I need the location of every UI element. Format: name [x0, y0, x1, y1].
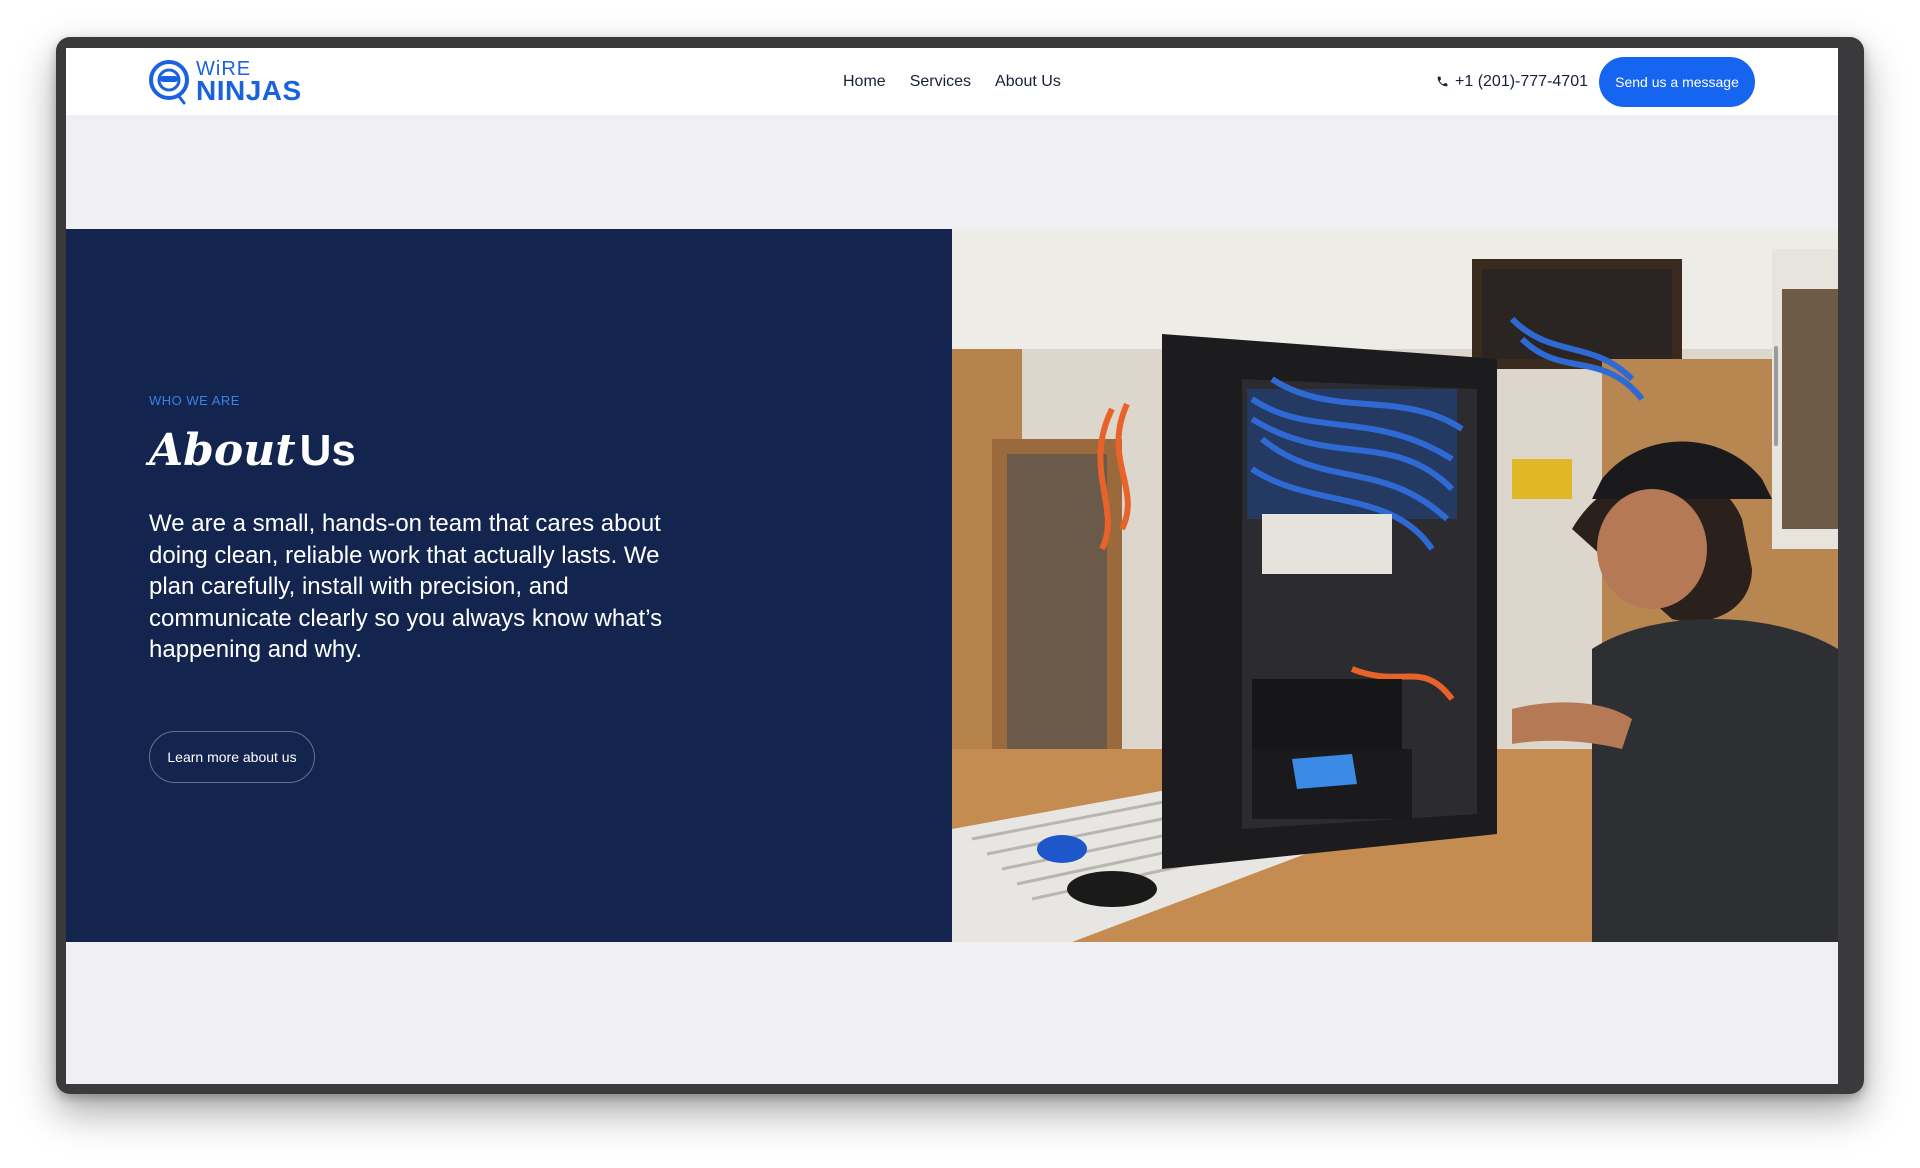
about-description: We are a small, hands-on team that cares… — [149, 510, 663, 663]
page-scrollbar[interactable] — [1774, 346, 1778, 446]
phone-link[interactable]: +1 (201)-777-4701 — [1436, 48, 1588, 115]
phone-number: +1 (201)-777-4701 — [1455, 72, 1588, 90]
technician-installing-rack-image — [952, 229, 1838, 942]
site-header: WiRE NINJAS Home Services About Us +1 (2… — [66, 48, 1838, 115]
brand-name-bottom: NINJAS — [196, 75, 302, 106]
learn-more-button[interactable]: Learn more about us — [149, 731, 315, 783]
send-message-button[interactable]: Send us a message — [1599, 57, 1755, 107]
about-text-panel: WHO WE ARE About Us We are a small, hand… — [66, 229, 952, 942]
nav-services[interactable]: Services — [910, 73, 971, 91]
nav-home[interactable]: Home — [843, 73, 886, 91]
section-eyebrow: WHO WE ARE — [149, 393, 240, 408]
about-heading-plain: Us — [299, 426, 356, 475]
about-heading-script: About — [149, 425, 296, 476]
brand-logo[interactable]: WiRE NINJAS — [148, 58, 302, 106]
ninja-logo-icon — [149, 60, 189, 105]
about-section: WHO WE ARE About Us We are a small, hand… — [66, 229, 1838, 942]
about-heading: About Us — [149, 425, 356, 476]
nav-about-us[interactable]: About Us — [995, 73, 1061, 91]
main-nav: Home Services About Us — [843, 48, 1061, 115]
team-photo — [952, 229, 1838, 942]
browser-viewport: WiRE NINJAS Home Services About Us +1 (2… — [66, 48, 1838, 1084]
phone-icon — [1437, 76, 1448, 87]
